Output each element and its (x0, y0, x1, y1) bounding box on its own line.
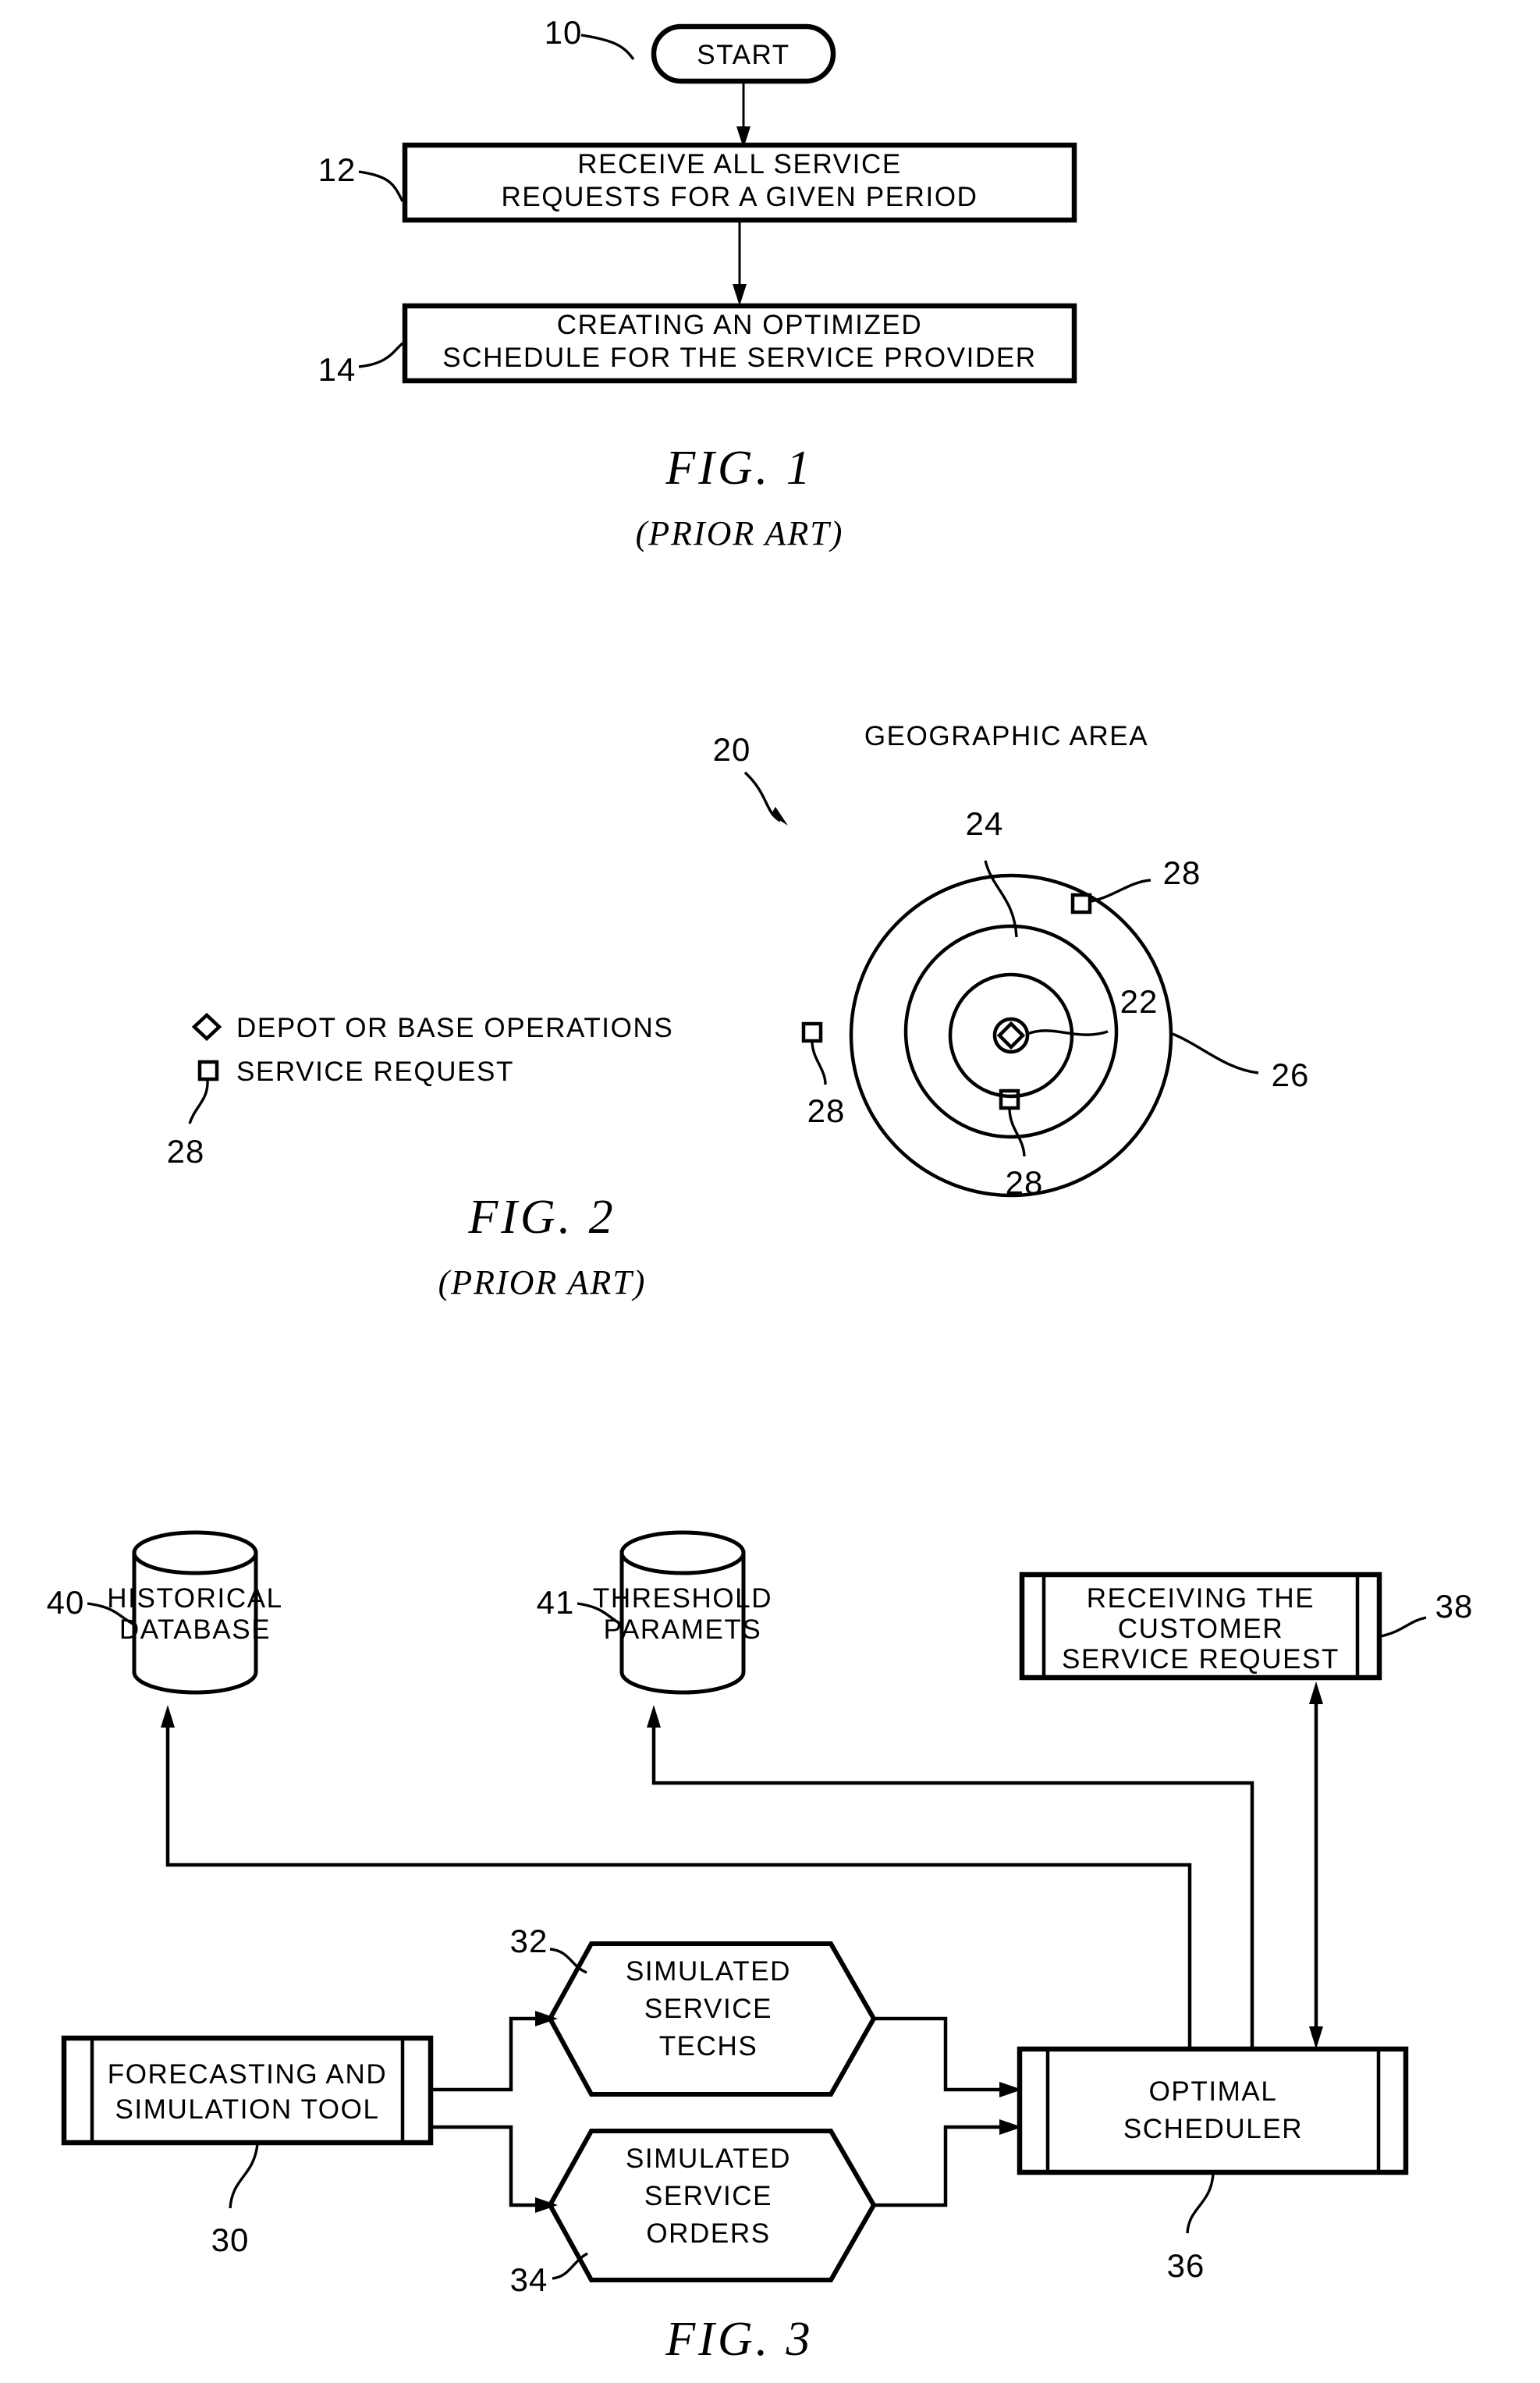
orders-line3: ORDERS (646, 2218, 770, 2249)
ref-41: 41 (537, 1584, 575, 1621)
legend-depot-label: DEPOT OR BASE OPERATIONS (236, 1013, 673, 1043)
fig3-node-optimal-scheduler: OPTIMAL SCHEDULER (1017, 2046, 1409, 2175)
figure-2: GEOGRAPHIC AREA 20 22 24 26 28 28 28 DEP… (167, 721, 1310, 1302)
start-label: START (697, 40, 790, 70)
ref-20: 20 (713, 731, 751, 768)
ref-26: 26 (1272, 1057, 1310, 1093)
fig3-node-simulated-service-orders: SIMULATED SERVICE ORDERS (547, 2129, 877, 2282)
fig2-subcaption: (PRIOR ART) (438, 1263, 647, 1302)
fig1-subcaption: (PRIOR ART) (636, 514, 844, 552)
ref-20-arrowhead (771, 807, 788, 826)
ref-38: 38 (1435, 1588, 1474, 1625)
inner-ring-shape (948, 972, 1074, 1099)
ref-28-b: 28 (807, 1092, 846, 1129)
forecasting-tool-line2: SIMULATION TOOL (115, 2094, 379, 2125)
threshold-db-top (619, 1530, 746, 1575)
fig1-node-14: CREATING AN OPTIMIZED SCHEDULE FOR THE S… (402, 303, 1077, 384)
conn-tool-to-techs (431, 2011, 558, 2092)
figure-3: HISTORICAL DATABASE 40 THRESHOLD PARAMET… (47, 1530, 1474, 2366)
optimal-scheduler-line2: SCHEDULER (1123, 2114, 1303, 2144)
techs-line1: SIMULATED (626, 1956, 791, 1987)
optimal-scheduler-line1: OPTIMAL (1149, 2076, 1278, 2107)
optimal-scheduler-box (1017, 2046, 1409, 2175)
historical-db-top (132, 1530, 258, 1575)
fig1-node-12: RECEIVE ALL SERVICE REQUESTS FOR A GIVEN… (402, 142, 1077, 223)
fig3-node-simulated-service-techs: SIMULATED SERVICE TECHS (547, 1941, 877, 2097)
ref-28c-leader (1008, 1109, 1026, 1157)
ref-38-leader (1380, 1616, 1427, 1638)
fig1-caption: FIG. 1 (665, 442, 813, 495)
ref-30-leader (229, 2143, 259, 2209)
ref-24: 24 (966, 805, 1004, 842)
ref-32: 32 (510, 1923, 548, 1959)
legend-ref-28: 28 (167, 1133, 205, 1170)
fig1-arrow-12-to-14 (733, 220, 747, 306)
fig1-node-start: START (651, 23, 836, 84)
fig3-node-threshold-parameters: THRESHOLD PARAMETS (593, 1530, 772, 1695)
ref-26-leader (1172, 1032, 1259, 1074)
orders-line2: SERVICE (644, 2181, 772, 2211)
fig3-node-historical-database: HISTORICAL DATABASE (107, 1530, 282, 1695)
ref-22-leader (1027, 1029, 1109, 1036)
fig3-node-forecasting-simulation-tool: FORECASTING AND SIMULATION TOOL (61, 2035, 434, 2146)
legend-request-label: SERVICE REQUEST (236, 1057, 514, 1087)
ref-28-c: 28 (1006, 1164, 1044, 1201)
orders-line1: SIMULATED (626, 2143, 791, 2174)
receiving-request-line2: CUSTOMER (1118, 1614, 1283, 1644)
ref-22: 22 (1120, 983, 1159, 1020)
ref-14: 14 (318, 351, 357, 388)
receiving-request-line1: RECEIVING THE (1087, 1583, 1315, 1614)
legend-square-icon (197, 1060, 219, 1081)
legend-diamond-icon (191, 1012, 222, 1042)
ref-34: 34 (510, 2261, 548, 2298)
ref-30: 30 (211, 2221, 250, 2258)
ref-28-a: 28 (1163, 854, 1201, 891)
conn-techs-to-scheduler (874, 2016, 1022, 2097)
historical-db-line2: DATABASE (119, 1614, 271, 1645)
ref-14-leader (358, 342, 404, 368)
conn-scheduler-to-receiving-request (1309, 1682, 1323, 2049)
threshold-db-line1: THRESHOLD (593, 1583, 772, 1614)
create-schedule-line2: SCHEDULE FOR THE SERVICE PROVIDER (442, 343, 1036, 373)
threshold-db-line2: PARAMETS (604, 1614, 762, 1645)
receive-requests-line1: RECEIVE ALL SERVICE (577, 149, 902, 179)
ref-10: 10 (545, 14, 583, 51)
ref-12: 12 (318, 151, 357, 188)
fig2-caption: FIG. 2 (467, 1191, 616, 1244)
service-request-marker-3 (999, 1089, 1020, 1110)
figure-1: START 10 RECEIVE ALL SERVICE REQUESTS FO… (318, 14, 1077, 552)
ref-36-leader (1186, 2173, 1215, 2234)
fig2-title: GEOGRAPHIC AREA (864, 721, 1148, 751)
service-request-marker-2 (801, 1021, 823, 1043)
drawing-canvas: START 10 RECEIVE ALL SERVICE REQUESTS FO… (47, 14, 1474, 2366)
techs-line3: TECHS (659, 2031, 758, 2062)
depot-marker (992, 1017, 1030, 1054)
receive-requests-line2: REQUESTS FOR A GIVEN PERIOD (501, 182, 978, 212)
receiving-request-line3: SERVICE REQUEST (1062, 1644, 1340, 1674)
conn-tool-to-orders (431, 2125, 558, 2213)
ref-40: 40 (47, 1584, 85, 1621)
fig1-arrow-start-to-12 (736, 81, 750, 148)
ref-28a-leader (1091, 879, 1151, 903)
ref-10-leader (580, 34, 635, 61)
ref-36: 36 (1167, 2247, 1205, 2284)
create-schedule-line1: CREATING AN OPTIMIZED (557, 310, 923, 340)
middle-ring-shape (903, 924, 1119, 1139)
ref-28b-leader (811, 1042, 827, 1085)
forecasting-tool-line1: FORECASTING AND (108, 2059, 387, 2090)
conn-orders-to-scheduler (874, 2119, 1022, 2207)
techs-line2: SERVICE (644, 1994, 772, 2024)
outer-ring-shape (849, 873, 1173, 1198)
fig3-caption: FIG. 3 (665, 2313, 813, 2366)
fig2-legend: DEPOT OR BASE OPERATIONS SERVICE REQUEST… (167, 1012, 673, 1170)
ref-12-leader (358, 170, 404, 202)
legend-ref-28-leader (188, 1080, 209, 1124)
historical-db-line1: HISTORICAL (107, 1583, 282, 1614)
fig3-node-receiving-customer-service-request: RECEIVING THE CUSTOMER SERVICE REQUEST (1019, 1572, 1382, 1681)
forecasting-tool-box (61, 2035, 434, 2146)
patent-drawing-sheet: START 10 RECEIVE ALL SERVICE REQUESTS FO… (0, 0, 1540, 2383)
service-request-marker-1 (1070, 893, 1092, 914)
